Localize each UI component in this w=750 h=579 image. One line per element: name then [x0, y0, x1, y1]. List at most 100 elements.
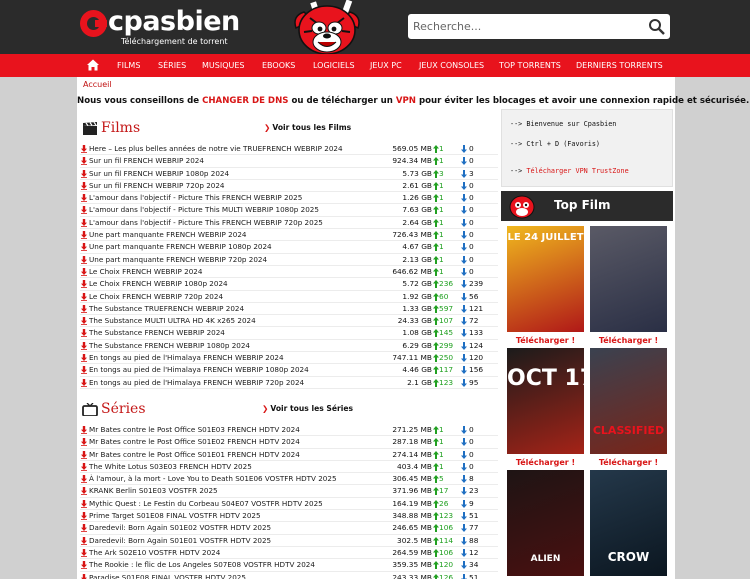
download-icon[interactable]: [81, 561, 87, 570]
download-icon[interactable]: [81, 255, 87, 264]
torrent-title[interactable]: The Ark S02E10 VOSTFR HDTV 2024: [89, 547, 220, 559]
download-icon[interactable]: [81, 378, 87, 387]
download-icon[interactable]: [81, 341, 87, 350]
torrent-row[interactable]: Une part manquante FRENCH WEBRIP 720p 20…: [80, 254, 498, 266]
download-icon[interactable]: [81, 206, 87, 215]
download-icon[interactable]: [81, 438, 87, 447]
view-all-films-link[interactable]: ❯ Voir tous les Films: [264, 123, 351, 132]
torrent-row[interactable]: The Substance TRUEFRENCH WEBRIP 2024 1.33…: [80, 303, 498, 316]
download-icon[interactable]: [81, 194, 87, 203]
download-icon[interactable]: [81, 487, 87, 496]
home-icon[interactable]: [86, 58, 100, 72]
torrent-row[interactable]: Le Choix FRENCH WEBRIP 1080p 2024 5.72 GB…: [80, 278, 498, 291]
torrent-title[interactable]: Daredevil: Born Again S01E02 VOSTFR HDTV…: [89, 522, 271, 534]
download-icon[interactable]: [81, 243, 87, 252]
torrent-title[interactable]: L'amour dans l'objectif - Picture This F…: [89, 192, 302, 204]
torrent-title[interactable]: Une part manquante FRENCH WEBRIP 2024: [89, 229, 246, 241]
torrent-title[interactable]: Mr Bates contre le Post Office S01E01 FR…: [89, 449, 300, 461]
torrent-row[interactable]: The Substance MULTI ULTRA HD 4K x265 202…: [80, 315, 498, 328]
torrent-title[interactable]: Mr Bates contre le Post Office S01E03 FR…: [89, 424, 300, 436]
nav-jeux-consoles[interactable]: JEUX CONSOLES: [419, 54, 484, 77]
torrent-row[interactable]: Sur un fil FRENCH WEBRIP 1080p 2024 5.73 …: [80, 168, 498, 180]
torrent-title[interactable]: L'amour dans l'objectif - Picture This M…: [89, 204, 319, 216]
torrent-row[interactable]: Mythic Quest : Le Festin du Corbeau S04E…: [80, 498, 498, 511]
download-icon[interactable]: [81, 317, 87, 326]
torrent-title[interactable]: The Rookie : le flic de Los Angeles S07E…: [89, 559, 315, 571]
download-film-link[interactable]: Télécharger !: [507, 458, 584, 467]
torrent-row[interactable]: Une part manquante FRENCH WEBRIP 1080p 2…: [80, 241, 498, 254]
torrent-title[interactable]: Le Choix FRENCH WEBRIP 720p 2024: [89, 291, 223, 303]
torrent-title[interactable]: Here – Les plus belles années de notre v…: [89, 143, 343, 155]
download-icon[interactable]: [81, 292, 87, 301]
movie-poster[interactable]: ALIEN: [507, 470, 584, 576]
torrent-title[interactable]: À l'amour, à la mort - Love You to Death…: [89, 473, 337, 485]
torrent-row[interactable]: Here – Les plus belles années de notre v…: [80, 143, 498, 156]
torrent-title[interactable]: Le Choix FRENCH WEBRIP 1080p 2024: [89, 278, 228, 290]
vpn-trustzone-line[interactable]: --> Télécharger VPN TrustZone: [510, 167, 629, 175]
download-film-link[interactable]: Télécharger !: [590, 458, 667, 467]
download-icon[interactable]: [81, 366, 87, 375]
download-icon[interactable]: [81, 329, 87, 338]
search-input[interactable]: [413, 15, 643, 38]
torrent-title[interactable]: Mythic Quest : Le Festin du Corbeau S04E…: [89, 498, 323, 510]
torrent-row[interactable]: Sur un fil FRENCH WEBRIP 720p 2024 2.61 G…: [80, 180, 498, 193]
download-icon[interactable]: [81, 267, 87, 276]
torrent-title[interactable]: The Substance MULTI ULTRA HD 4K x265 202…: [89, 315, 256, 327]
torrent-row[interactable]: KRANK Berlin S01E03 VOSTFR 2025 371.96 MB…: [80, 485, 498, 498]
torrent-title[interactable]: En tongs au pied de l'Himalaya FRENCH WE…: [89, 352, 284, 364]
nav-top-torrents[interactable]: TOP TORRENTS: [499, 54, 561, 77]
download-icon[interactable]: [81, 462, 87, 471]
torrent-title[interactable]: Une part manquante FRENCH WEBRIP 1080p 2…: [89, 241, 272, 253]
torrent-row[interactable]: Le Choix FRENCH WEBRIP 2024 646.62 MB 1 0: [80, 266, 498, 279]
nav-logiciels[interactable]: LOGICIELS: [313, 54, 355, 77]
torrent-row[interactable]: L'amour dans l'objectif - Picture This M…: [80, 204, 498, 217]
torrent-title[interactable]: En tongs au pied de l'Himalaya FRENCH WE…: [89, 377, 304, 389]
download-icon[interactable]: [81, 450, 87, 459]
download-icon[interactable]: [81, 499, 87, 508]
download-icon[interactable]: [81, 548, 87, 557]
movie-poster[interactable]: CLASSIFIED: [590, 348, 667, 454]
movie-poster[interactable]: LE 24 JUILLET: [507, 226, 584, 332]
torrent-row[interactable]: L'amour dans l'objectif - Picture This F…: [80, 217, 498, 230]
search-icon[interactable]: [648, 18, 666, 36]
torrent-row[interactable]: The Substance FRENCH WEBRIP 2024 1.08 GB 1…: [80, 327, 498, 340]
torrent-title[interactable]: The Substance FRENCH WEBRIP 2024: [89, 327, 225, 339]
torrent-row[interactable]: Daredevil: Born Again S01E02 VOSTFR HDTV…: [80, 522, 498, 535]
torrent-row[interactable]: Prime Target S01E08 FINAL VOSTFR HDTV 20…: [80, 510, 498, 523]
torrent-row[interactable]: Une part manquante FRENCH WEBRIP 2024 726…: [80, 229, 498, 242]
nav-derniers-torrents[interactable]: DERNIERS TORRENTS: [576, 54, 663, 77]
torrent-title[interactable]: KRANK Berlin S01E03 VOSTFR 2025: [89, 485, 218, 497]
torrent-row[interactable]: The Substance FRENCH WEBRIP 1080p 2024 6.…: [80, 340, 498, 353]
download-icon[interactable]: [81, 512, 87, 521]
torrent-row[interactable]: The White Lotus S03E03 FRENCH HDTV 2025 4…: [80, 461, 498, 474]
nav-films[interactable]: FILMS: [117, 54, 140, 77]
nav-jeux-pc[interactable]: JEUX PC: [370, 54, 402, 77]
movie-poster[interactable]: [590, 226, 667, 332]
torrent-row[interactable]: Daredevil: Born Again S01E01 VOSTFR HDTV…: [80, 535, 498, 547]
torrent-row[interactable]: En tongs au pied de l'Himalaya FRENCH WE…: [80, 377, 498, 389]
torrent-title[interactable]: Sur un fil FRENCH WEBRIP 1080p 2024: [89, 168, 229, 180]
download-film-link[interactable]: Télécharger !: [507, 336, 584, 345]
download-icon[interactable]: [81, 354, 87, 363]
download-icon[interactable]: [81, 169, 87, 178]
view-all-series-link[interactable]: ❯ Voir tous les Séries: [262, 404, 353, 413]
torrent-title[interactable]: L'amour dans l'objectif - Picture This F…: [89, 217, 323, 229]
torrent-title[interactable]: Mr Bates contre le Post Office S01E02 FR…: [89, 436, 300, 448]
download-icon[interactable]: [81, 475, 87, 484]
torrent-row[interactable]: L'amour dans l'objectif - Picture This F…: [80, 192, 498, 205]
torrent-row[interactable]: Mr Bates contre le Post Office S01E02 FR…: [80, 436, 498, 449]
download-icon[interactable]: [81, 304, 87, 313]
torrent-row[interactable]: Mr Bates contre le Post Office S01E03 FR…: [80, 424, 498, 437]
torrent-row[interactable]: The Ark S02E10 VOSTFR HDTV 2024 264.59 MB…: [80, 547, 498, 560]
movie-poster[interactable]: OCT 17: [507, 348, 584, 454]
torrent-row[interactable]: Sur un fil FRENCH WEBRIP 2024 924.34 MB 1 0: [80, 155, 498, 168]
download-icon[interactable]: [81, 573, 87, 579]
download-icon[interactable]: [81, 231, 87, 240]
torrent-title[interactable]: Le Choix FRENCH WEBRIP 2024: [89, 266, 202, 278]
torrent-title[interactable]: Sur un fil FRENCH WEBRIP 2024: [89, 155, 204, 167]
download-icon[interactable]: [81, 426, 87, 434]
torrent-title[interactable]: The White Lotus S03E03 FRENCH HDTV 2025: [89, 461, 252, 473]
download-film-link[interactable]: Télécharger !: [590, 336, 667, 345]
torrent-row[interactable]: Le Choix FRENCH WEBRIP 720p 2024 1.92 GB 6…: [80, 291, 498, 303]
download-icon[interactable]: [81, 145, 87, 153]
